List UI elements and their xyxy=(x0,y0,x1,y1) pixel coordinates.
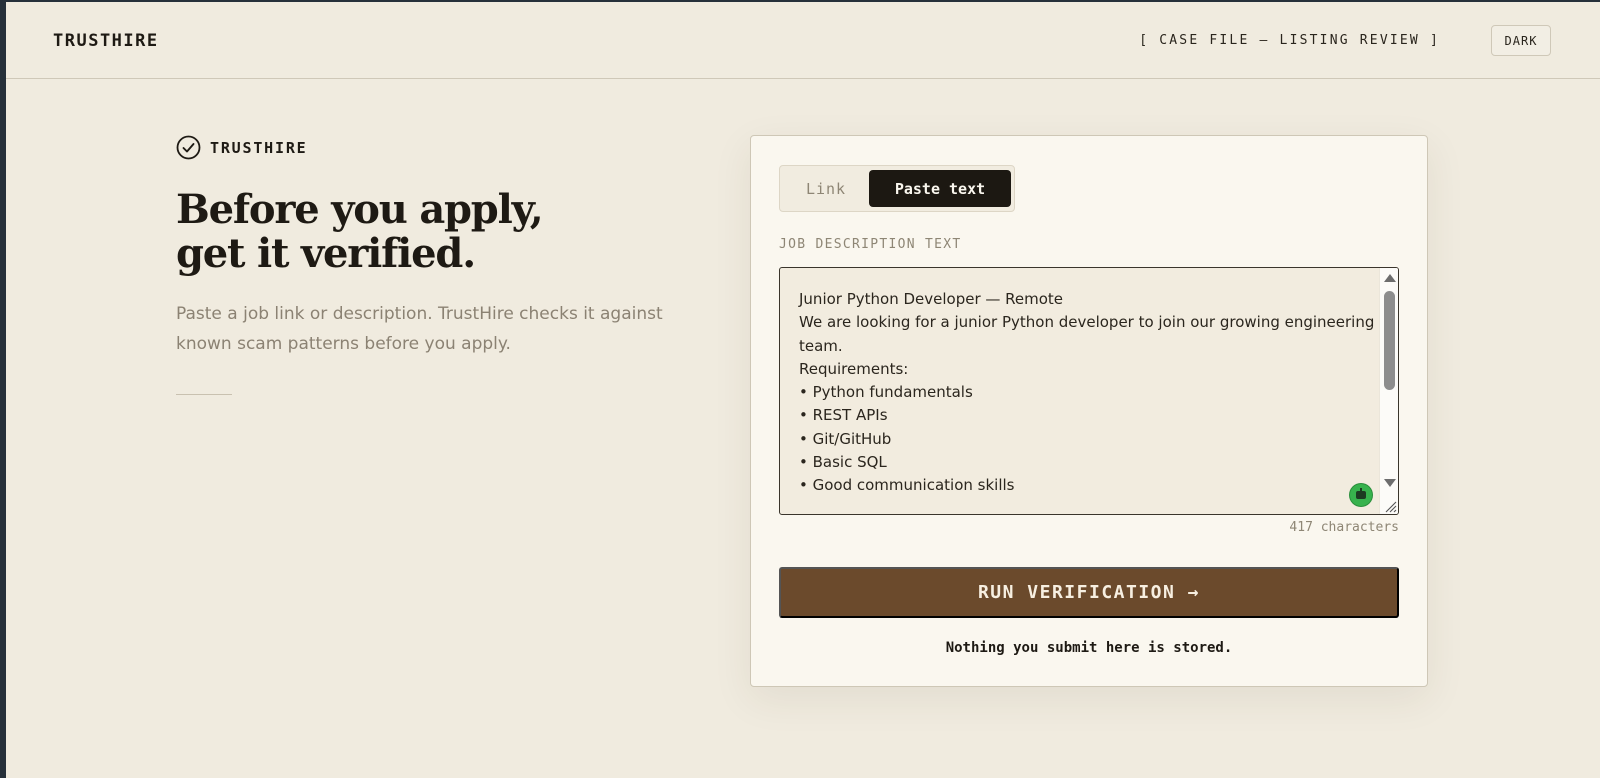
tab-link[interactable]: Link xyxy=(784,170,868,207)
hero-subtext: Paste a job link or description. TrustHi… xyxy=(176,304,663,354)
text-line: Junior Python Developer — Remote xyxy=(799,290,1064,308)
tab-paste-text[interactable]: Paste text xyxy=(869,170,1011,207)
headline-line-2: get it verified. xyxy=(176,230,476,277)
run-verification-button[interactable]: RUN VERIFICATION → xyxy=(779,567,1399,618)
verification-card: Link Paste text JOB DESCRIPTION TEXT Jun… xyxy=(750,135,1428,687)
brand-logo[interactable]: TRUSTHIRE xyxy=(53,31,159,51)
case-file-label: [ CASE FILE — LISTING REVIEW ] xyxy=(1139,33,1440,48)
dark-mode-toggle[interactable]: DARK xyxy=(1491,25,1551,56)
text-line: • Git/GitHub xyxy=(799,429,892,448)
app-window: TRUSTHIRE [ CASE FILE — LISTING REVIEW ]… xyxy=(6,2,1600,778)
textarea-text: Junior Python Developer — Remote We are … xyxy=(799,288,1375,498)
textarea-scrollbar[interactable] xyxy=(1379,268,1398,514)
resize-grip-icon[interactable] xyxy=(1383,499,1397,513)
top-bar: TRUSTHIRE [ CASE FILE — LISTING REVIEW ]… xyxy=(6,2,1600,79)
hero-brand-label: TRUSTHIRE xyxy=(210,138,308,157)
privacy-notice: Nothing you submit here is stored. xyxy=(945,640,1233,656)
input-mode-tabs: Link Paste text xyxy=(779,165,1015,212)
job-description-textarea[interactable]: Junior Python Developer — Remote We are … xyxy=(779,267,1399,515)
headline-line-1: Before you apply, xyxy=(176,186,544,233)
check-circle-icon xyxy=(176,135,201,160)
text-line: team. xyxy=(799,336,843,355)
text-line: • Basic SQL xyxy=(799,453,887,472)
scroll-up-arrow-icon[interactable] xyxy=(1384,274,1396,282)
text-line: Requirements: xyxy=(799,359,909,378)
page-title: Before you apply, get it verified. xyxy=(176,188,676,276)
text-line: • Python fundamentals xyxy=(799,383,973,402)
bot-icon[interactable] xyxy=(1350,484,1372,506)
text-line: • REST APIs xyxy=(799,406,888,425)
text-line: • Good communication skills xyxy=(799,476,1015,495)
hero-brand: TRUSTHIRE xyxy=(176,135,307,160)
character-count: 417 characters xyxy=(1289,520,1399,535)
scroll-down-arrow-icon[interactable] xyxy=(1384,479,1396,487)
hero-divider xyxy=(176,394,232,395)
job-description-label: JOB DESCRIPTION TEXT xyxy=(779,237,962,252)
text-line: We are looking for a junior Python devel… xyxy=(799,313,1375,332)
scrollbar-thumb[interactable] xyxy=(1384,291,1395,390)
